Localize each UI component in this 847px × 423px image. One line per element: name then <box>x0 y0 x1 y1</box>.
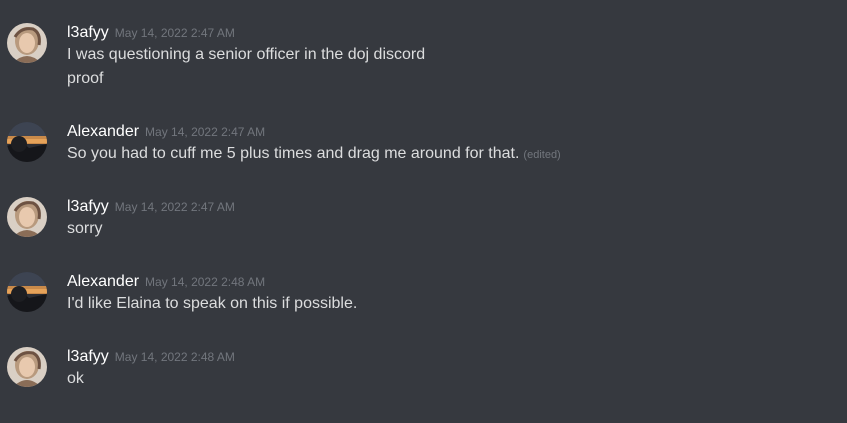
message-header: Alexander May 14, 2022 2:48 AM <box>67 272 265 292</box>
username[interactable]: Alexander <box>67 273 139 290</box>
timestamp[interactable]: May 14, 2022 2:48 AM <box>145 275 265 289</box>
edited-label: (edited) <box>523 149 561 161</box>
message-text: sorry <box>67 220 103 237</box>
alexander-avatar-icon[interactable] <box>7 122 47 162</box>
chat-log: l3afyy May 14, 2022 2:47 AM I was questio… <box>0 0 847 423</box>
username[interactable]: l3afyy <box>67 24 109 41</box>
message-text-content: So you had to cuff me 5 plus times and d… <box>67 145 520 162</box>
alexander-avatar-icon[interactable] <box>7 272 47 312</box>
message-header: l3afyy May 14, 2022 2:47 AM <box>67 197 235 217</box>
timestamp[interactable]: May 14, 2022 2:47 AM <box>115 200 235 214</box>
username[interactable]: Alexander <box>67 123 139 140</box>
timestamp[interactable]: May 14, 2022 2:47 AM <box>145 125 265 139</box>
message-header: l3afyy May 14, 2022 2:47 AM <box>67 23 235 43</box>
timestamp[interactable]: May 14, 2022 2:48 AM <box>115 350 235 364</box>
username[interactable]: l3afyy <box>67 198 109 215</box>
message-text: I was questioning a senior officer in th… <box>67 46 426 63</box>
message-text: I'd like Elaina to speak on this if poss… <box>67 295 358 312</box>
l3afyy-avatar-icon[interactable] <box>7 23 47 63</box>
username[interactable]: l3afyy <box>67 348 109 365</box>
timestamp[interactable]: May 14, 2022 2:47 AM <box>115 26 235 40</box>
message-text: So you had to cuff me 5 plus times and d… <box>67 143 561 166</box>
l3afyy-avatar-icon[interactable] <box>7 197 47 237</box>
message-text: proof <box>67 70 104 87</box>
message-header: l3afyy May 14, 2022 2:48 AM <box>67 347 235 367</box>
message-text: ok <box>67 370 84 387</box>
l3afyy-avatar-icon[interactable] <box>7 347 47 387</box>
message-header: Alexander May 14, 2022 2:47 AM <box>67 122 265 142</box>
